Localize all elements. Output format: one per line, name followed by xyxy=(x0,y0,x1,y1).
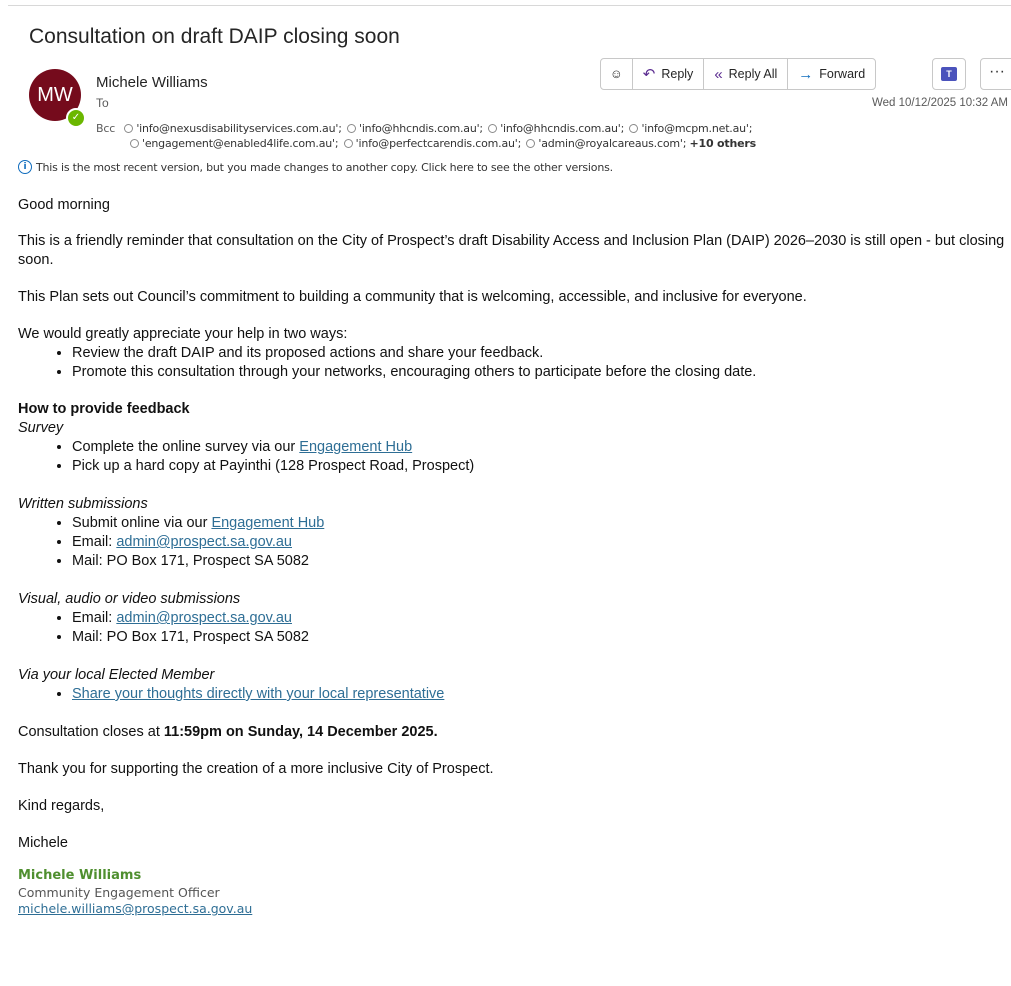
closing-date-paragraph: Consultation closes at 11:59pm on Sunday… xyxy=(18,723,1011,742)
forward-button[interactable]: → Forward xyxy=(787,59,875,89)
member-heading: Via your local Elected Member xyxy=(18,667,215,683)
written-heading: Written submissions xyxy=(18,496,148,512)
signoff: Michele xyxy=(18,835,68,851)
message-actions: ☺ ↶ Reply « Reply All → Forward xyxy=(600,58,877,90)
recipient[interactable]: 'info@hhcndis.com.au'; xyxy=(359,122,483,135)
survey-list: Complete the online survey via our Engag… xyxy=(18,438,1011,476)
signature-email-link[interactable]: michele.williams@prospect.sa.gov.au xyxy=(18,901,1011,917)
sender-name[interactable]: Michele Williams xyxy=(96,74,208,91)
recipient[interactable]: 'admin@royalcareaus.com'; xyxy=(538,137,686,150)
version-notice[interactable]: i This is the most recent version, but y… xyxy=(18,160,613,174)
list-item: Promote this consultation through your n… xyxy=(72,363,1011,382)
signature-block: Michele Williams Community Engagement Of… xyxy=(18,866,1011,917)
signature-title: Community Engagement Officer xyxy=(18,885,220,900)
avatar-initials: MW xyxy=(37,83,73,106)
plan-paragraph: This Plan sets out Council’s commitment … xyxy=(18,289,807,305)
reply-button[interactable]: ↶ Reply xyxy=(631,59,704,89)
more-recipients-link[interactable]: +10 others xyxy=(690,137,757,150)
reply-label: Reply xyxy=(661,67,694,81)
greeting: Good morning xyxy=(18,197,110,213)
list-item: Review the draft DAIP and its proposed a… xyxy=(72,344,1011,363)
visual-list: Email: admin@prospect.sa.gov.au Mail: PO… xyxy=(18,609,1011,647)
written-item-text: Submit online via our xyxy=(72,515,212,531)
written-item-text: Email: xyxy=(72,534,117,550)
signature-name: Michele Williams xyxy=(18,868,142,883)
reply-all-label: Reply All xyxy=(728,67,778,81)
written-list: Submit online via our Engagement Hub Ema… xyxy=(18,514,1011,571)
version-notice-text: This is the most recent version, but you… xyxy=(36,160,613,174)
more-actions-button[interactable]: ··· xyxy=(980,58,1011,90)
bcc-label: Bcc xyxy=(96,122,116,135)
survey-heading: Survey xyxy=(18,420,64,436)
regards: Kind regards, xyxy=(18,798,105,814)
list-item: Pick up a hard copy at Payinthi (128 Pro… xyxy=(72,457,1011,476)
recipient[interactable]: 'engagement@enabled4life.com.au'; xyxy=(142,137,339,150)
email-subject: Consultation on draft DAIP closing soon xyxy=(29,25,400,48)
representative-link[interactable]: Share your thoughts directly with your l… xyxy=(72,686,444,702)
admin-email-link[interactable]: admin@prospect.sa.gov.au xyxy=(116,534,292,550)
help-paragraph: We would greatly appreciate your help in… xyxy=(18,326,348,342)
reply-icon: ↶ xyxy=(642,66,656,83)
bcc-recipients: Bcc 'info@nexusdisabilityservices.com.au… xyxy=(96,121,756,151)
forward-label: Forward xyxy=(819,67,866,81)
teams-share-button[interactable]: T xyxy=(932,58,966,90)
header-divider xyxy=(8,5,1011,6)
engagement-hub-link[interactable]: Engagement Hub xyxy=(211,515,324,531)
smiley-icon: ☺ xyxy=(610,67,623,81)
presence-available-icon: ✓ xyxy=(66,108,86,128)
bcc-line-2: 'engagement@enabled4life.com.au'; 'info@… xyxy=(96,136,756,151)
ways-list: Review the draft DAIP and its proposed a… xyxy=(18,344,1011,382)
list-item: Email: admin@prospect.sa.gov.au xyxy=(72,609,1011,628)
member-list: Share your thoughts directly with your l… xyxy=(18,685,1011,704)
list-item: Share your thoughts directly with your l… xyxy=(72,685,1011,704)
thanks-paragraph: Thank you for supporting the creation of… xyxy=(18,761,494,777)
reminder-paragraph: This is a friendly reminder that consult… xyxy=(18,233,1005,268)
reply-all-icon: « xyxy=(714,65,723,83)
admin-email-link[interactable]: admin@prospect.sa.gov.au xyxy=(116,610,292,626)
visual-heading: Visual, audio or video submissions xyxy=(18,591,241,607)
recipient-status-icon xyxy=(130,139,139,148)
survey-item-text: Complete the online survey via our xyxy=(72,439,300,455)
recipient[interactable]: 'info@perfectcarendis.com.au'; xyxy=(356,137,522,150)
engagement-hub-link[interactable]: Engagement Hub xyxy=(299,439,412,455)
recipient-status-icon xyxy=(124,124,134,133)
teams-icon: T xyxy=(941,67,957,81)
react-emoji-button[interactable]: ☺ xyxy=(601,59,632,89)
to-label: To xyxy=(96,96,109,110)
recipient-status-icon xyxy=(488,124,498,133)
recipient[interactable]: 'info@nexusdisabilityservices.com.au'; xyxy=(136,122,342,135)
info-icon: i xyxy=(18,160,32,174)
how-heading: How to provide feedback xyxy=(18,401,190,417)
recipient-status-icon xyxy=(343,139,353,148)
email-body: Good morning This is a friendly reminder… xyxy=(18,196,1011,917)
sent-date: Wed 10/12/2025 10:32 AM xyxy=(872,97,1008,109)
recipient-status-icon xyxy=(629,124,639,133)
recipient[interactable]: 'info@hhcndis.com.au'; xyxy=(500,122,624,135)
visual-item-text: Email: xyxy=(72,610,117,626)
closes-text: Consultation closes at xyxy=(18,724,164,740)
reply-all-button[interactable]: « Reply All xyxy=(703,59,787,89)
list-item: Complete the online survey via our Engag… xyxy=(72,438,1011,457)
closes-date: 11:59pm on Sunday, 14 December 2025. xyxy=(163,724,438,740)
recipient-status-icon xyxy=(347,124,356,133)
list-item: Submit online via our Engagement Hub xyxy=(72,514,1011,533)
recipient-status-icon xyxy=(526,139,536,148)
list-item: Email: admin@prospect.sa.gov.au xyxy=(72,533,1011,552)
list-item: Mail: PO Box 171, Prospect SA 5082 xyxy=(72,628,1011,647)
recipient[interactable]: 'info@mcpm.net.au'; xyxy=(641,122,752,135)
bcc-line-1: Bcc 'info@nexusdisabilityservices.com.au… xyxy=(96,121,756,136)
forward-icon: → xyxy=(798,65,814,83)
list-item: Mail: PO Box 171, Prospect SA 5082 xyxy=(72,552,1011,571)
